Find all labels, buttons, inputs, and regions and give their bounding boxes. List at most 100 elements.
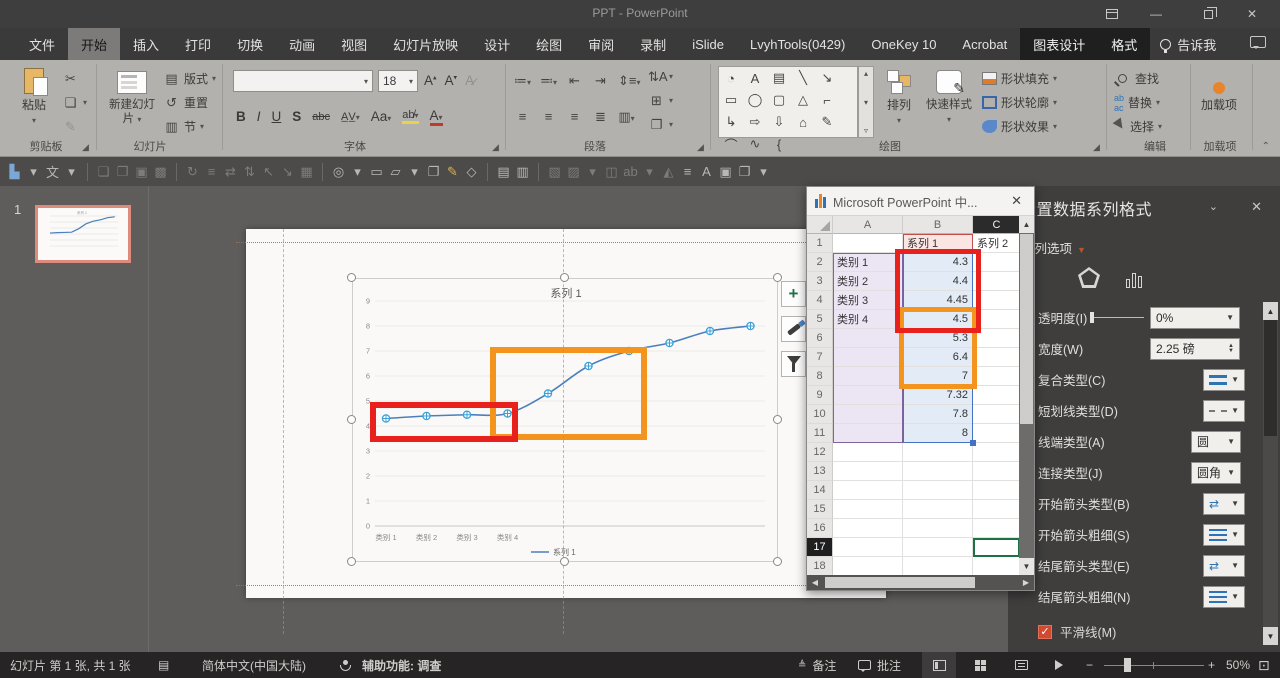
- row-header-4[interactable]: 4: [807, 291, 833, 310]
- tab-图表设计[interactable]: 图表设计: [1020, 28, 1098, 60]
- cell-C2[interactable]: [973, 253, 1021, 272]
- zoom-out-button[interactable]: −: [1086, 652, 1093, 678]
- transparency-slider-track[interactable]: [1092, 317, 1144, 318]
- sheet-vertical-scrollbar[interactable]: ▲ ▼: [1019, 216, 1034, 575]
- shape-outline-button[interactable]: 形状轮廓▾: [982, 92, 1057, 113]
- add-bullets-icon[interactable]: ≡: [679, 164, 696, 179]
- overflow-icon[interactable]: ▾: [755, 164, 772, 180]
- text-style-box-icon[interactable]: 文: [44, 162, 61, 181]
- size-box-icon[interactable]: ▭: [368, 164, 385, 180]
- cell-B2[interactable]: 4.3: [903, 253, 973, 272]
- sheet-row-18[interactable]: 18: [807, 557, 1021, 576]
- selection-handle-sw[interactable]: [347, 557, 356, 566]
- row-header-8[interactable]: 8: [807, 367, 833, 386]
- replace-text-icon[interactable]: ab: [622, 164, 639, 179]
- tab-视图[interactable]: 视图: [328, 28, 380, 60]
- freeform-pen-shape-icon[interactable]: ✎: [815, 111, 839, 133]
- fit-to-window-icon[interactable]: ⊡: [1258, 652, 1270, 678]
- sheet-row-8[interactable]: 87: [807, 367, 1021, 386]
- accessibility-status[interactable]: 辅助功能: 调查: [362, 652, 441, 678]
- ink-pen-icon[interactable]: ✎: [444, 164, 461, 180]
- bold-icon[interactable]: B: [236, 109, 246, 124]
- row-header-18[interactable]: 18: [807, 557, 833, 576]
- sheet-row-1[interactable]: 1系列 1系列 2: [807, 234, 1021, 253]
- bring-forward-icon[interactable]: ❏: [95, 164, 112, 180]
- pane-scroll-thumb[interactable]: [1264, 320, 1277, 436]
- oval-shape-icon[interactable]: ◯: [743, 89, 767, 111]
- replace-button[interactable]: abac替换▾: [1114, 92, 1160, 113]
- cell-C5[interactable]: [973, 310, 1021, 329]
- tab-动画[interactable]: 动画: [276, 28, 328, 60]
- cell-C18[interactable]: [973, 557, 1021, 576]
- sheet-row-3[interactable]: 3类别 24.4: [807, 272, 1021, 291]
- font-dialog-launcher-icon[interactable]: ◢: [492, 142, 499, 153]
- row-header-3[interactable]: 3: [807, 272, 833, 291]
- display-settings-icon[interactable]: ▤: [158, 652, 169, 678]
- selection-handle-se[interactable]: [773, 557, 782, 566]
- paste-button[interactable]: 粘贴▾: [8, 64, 60, 128]
- dropdown-结尾箭头粗细(N)[interactable]: ▼: [1203, 586, 1245, 608]
- data-sheet-window[interactable]: Microsoft PowerPoint 中... ✕ ABC 1系列 1系列 …: [806, 186, 1035, 591]
- cube-3d-icon[interactable]: ◇: [463, 164, 480, 180]
- group-icon[interactable]: ▦: [298, 164, 315, 180]
- shrink-font-icon[interactable]: A▾: [445, 73, 458, 88]
- chart-elements-button[interactable]: +: [781, 281, 806, 307]
- sheet-row-17[interactable]: 17: [807, 538, 1021, 557]
- cell-B7[interactable]: 6.4: [903, 348, 973, 367]
- convert-smartart-icon[interactable]: ❐▾: [648, 114, 673, 135]
- cell-A3[interactable]: 类别 2: [833, 272, 903, 291]
- pane-scroll-up-icon[interactable]: ▲: [1263, 302, 1278, 320]
- chart-filters-button[interactable]: [781, 351, 806, 377]
- text-effect-icon[interactable]: ◭: [660, 164, 677, 180]
- align-bottom-icon[interactable]: ↘: [279, 164, 296, 180]
- series-options-chart-icon[interactable]: [1126, 273, 1142, 288]
- tab-Acrobat[interactable]: Acrobat: [949, 28, 1020, 60]
- language-indicator[interactable]: 简体中文(中国大陆): [202, 652, 306, 678]
- row-header-15[interactable]: 15: [807, 500, 833, 519]
- caret-icon[interactable]: ▾: [641, 164, 658, 180]
- layout-button[interactable]: ▤版式▾: [163, 68, 216, 89]
- section-button[interactable]: ▥节▾: [163, 116, 204, 137]
- sheet-rows[interactable]: 1系列 1系列 22类别 14.33类别 24.44类别 34.455类别 44…: [807, 234, 1021, 576]
- sheet-row-9[interactable]: 97.32: [807, 386, 1021, 405]
- align-center-icon[interactable]: ≡: [540, 109, 557, 124]
- cell-A6[interactable]: [833, 329, 903, 348]
- cell-A18[interactable]: [833, 557, 903, 576]
- new-slide-button[interactable]: 新建幻灯片 ▾: [104, 64, 160, 127]
- cell-A14[interactable]: [833, 481, 903, 500]
- ribbon-display-options-icon[interactable]: [1092, 0, 1132, 28]
- cell-B18[interactable]: [903, 557, 973, 576]
- cell-B4[interactable]: 4.45: [903, 291, 973, 310]
- tab-幻灯片放映[interactable]: 幻灯片放映: [380, 28, 471, 60]
- cut-icon[interactable]: ✂: [62, 71, 79, 87]
- quick-styles-button[interactable]: 快速样式▾: [922, 64, 976, 127]
- pane-close-icon[interactable]: ✕: [1251, 199, 1262, 215]
- send-backward-icon[interactable]: ❐: [114, 164, 131, 180]
- cell-C12[interactable]: [973, 443, 1021, 462]
- smooth-line-row[interactable]: ✓ 平滑线(M): [1038, 622, 1116, 641]
- minimize-icon[interactable]: —: [1136, 0, 1176, 28]
- scroll-left-icon[interactable]: ◀: [807, 575, 823, 590]
- sheet-row-16[interactable]: 16: [807, 519, 1021, 538]
- sheet-row-15[interactable]: 15: [807, 500, 1021, 519]
- decrease-indent-icon[interactable]: ⇤: [566, 73, 583, 89]
- pane-scroll-down-icon[interactable]: ▼: [1263, 627, 1278, 645]
- sheet-title-bar[interactable]: Microsoft PowerPoint 中... ✕: [807, 187, 1034, 216]
- cell-A11[interactable]: [833, 424, 903, 443]
- elbow-connector-shape-icon[interactable]: ⌐: [815, 89, 839, 111]
- cell-A8[interactable]: [833, 367, 903, 386]
- shape-gallery[interactable]: ◔A▤╲↘▭◯▢△⌐↳⇨⇩⌂✎⌒∿{: [718, 66, 858, 138]
- shape-gallery-scrollbar[interactable]: ▴▾▿: [858, 66, 874, 138]
- sheet-row-14[interactable]: 14: [807, 481, 1021, 500]
- slide-thumbnail[interactable]: 系列 1: [35, 205, 131, 263]
- shape-effects-button[interactable]: 形状效果▾: [982, 116, 1057, 137]
- scroll-up-icon[interactable]: ▲: [1019, 216, 1034, 233]
- caret-icon[interactable]: ▾: [584, 164, 601, 180]
- font-color-icon[interactable]: A▾: [430, 108, 443, 126]
- merge-icon[interactable]: ◫: [603, 164, 620, 180]
- curve-shape-icon[interactable]: ∿: [743, 133, 767, 155]
- tab-审阅[interactable]: 审阅: [575, 28, 627, 60]
- dropdown-短划线类型(D)[interactable]: ▼: [1203, 400, 1245, 422]
- cell-A15[interactable]: [833, 500, 903, 519]
- text-box-shape-icon[interactable]: A: [743, 67, 767, 89]
